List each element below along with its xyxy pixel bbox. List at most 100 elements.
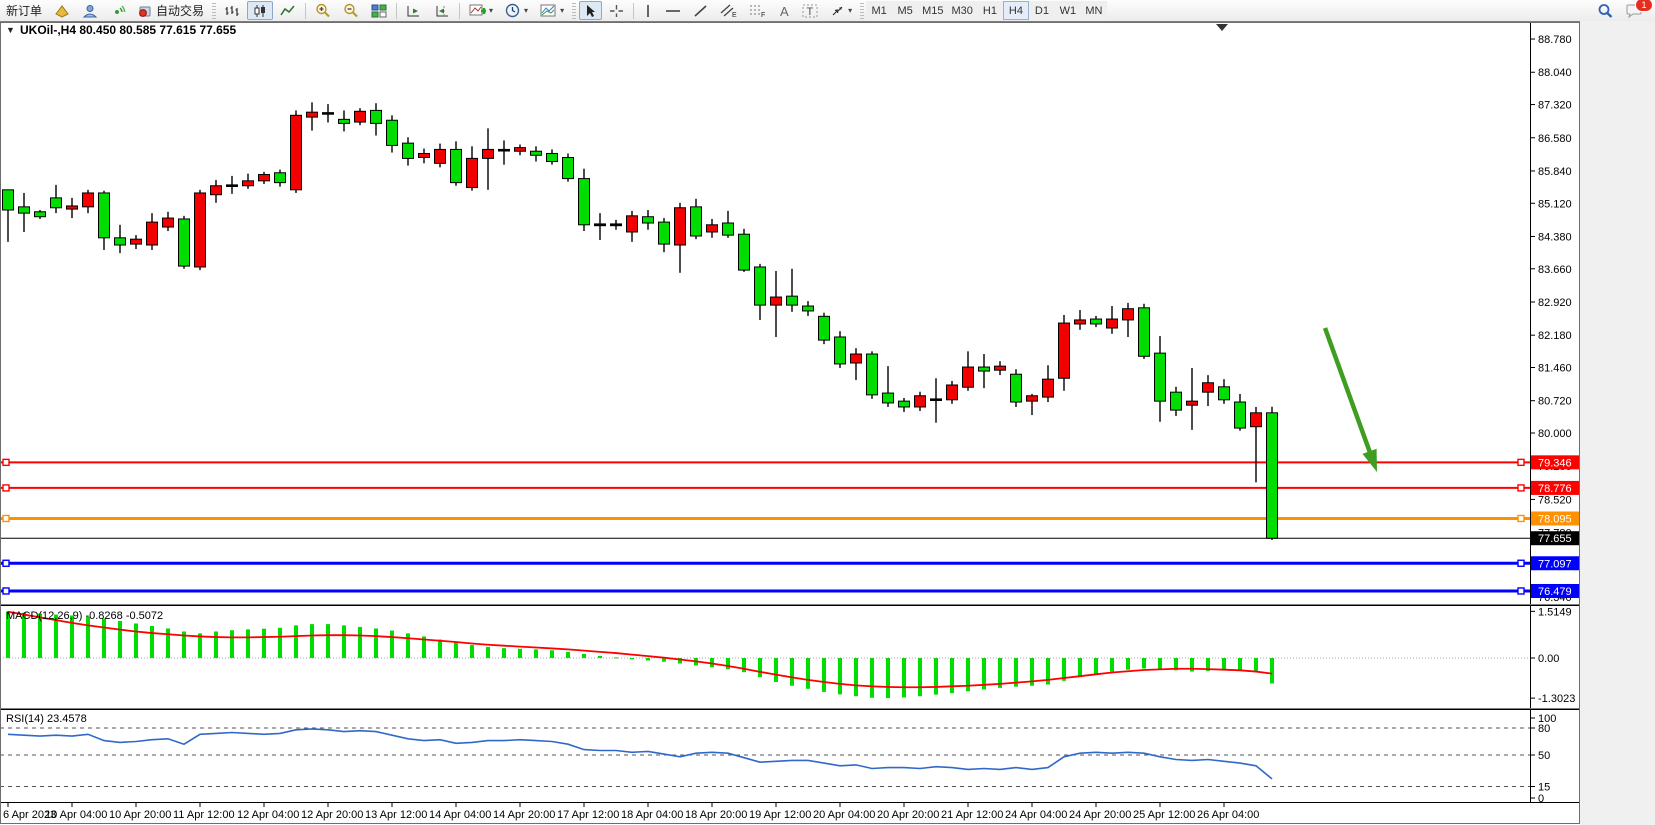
indicators-button[interactable]: ▾ <box>464 1 498 20</box>
candlestick-chart-button[interactable] <box>247 1 273 20</box>
line-anchor-handle[interactable] <box>1518 485 1524 491</box>
date-tick-label: 14 Apr 04:00 <box>429 809 491 821</box>
line-anchor-handle[interactable] <box>1518 560 1524 566</box>
candle-body <box>307 112 318 117</box>
new-order-button[interactable]: 新订单 <box>1 1 47 20</box>
candle-body <box>131 239 142 244</box>
candlestick-icon <box>252 4 268 18</box>
line-anchor-handle[interactable] <box>1518 459 1524 465</box>
timeframe-M30[interactable]: M30 <box>948 1 977 20</box>
candle-body <box>275 173 286 183</box>
candle-body <box>147 222 158 245</box>
auto-scroll-button[interactable] <box>401 1 427 20</box>
line-anchor-handle[interactable] <box>3 459 9 465</box>
profile-icon-button[interactable] <box>77 1 103 20</box>
candle-body <box>627 216 638 232</box>
candle <box>291 110 302 193</box>
auto-trading-button[interactable]: 自动交易 <box>133 1 209 20</box>
candle-body <box>515 148 526 152</box>
macd-histogram-bar <box>406 633 410 658</box>
price-tick-label: 81.460 <box>1538 362 1572 374</box>
line-anchor-handle[interactable] <box>3 588 9 594</box>
text-label-tool-button[interactable]: T <box>797 1 823 20</box>
vertical-line-tool-button[interactable] <box>638 1 658 20</box>
equidistant-channel-tool-button[interactable]: E <box>715 1 742 20</box>
templates-button[interactable]: ▾ <box>535 1 569 20</box>
trendline-tool-button[interactable] <box>688 1 713 20</box>
signal-icon <box>110 4 126 18</box>
timeframe-M15[interactable]: M15 <box>918 1 947 20</box>
chart-template-icon <box>540 3 557 18</box>
zoom-in-button[interactable] <box>310 1 336 20</box>
line-anchor-handle[interactable] <box>1518 588 1524 594</box>
timeframe-M1[interactable]: M1 <box>866 1 892 20</box>
notifications-button[interactable]: 1 <box>1621 1 1648 20</box>
candle-body <box>451 149 462 182</box>
macd-histogram-bar <box>726 658 730 669</box>
arrows-tool-button[interactable]: ▾ <box>825 1 857 20</box>
candle <box>739 229 750 272</box>
crosshair-icon <box>609 4 624 18</box>
candle-body <box>499 149 510 151</box>
macd-histogram-bar <box>214 632 218 658</box>
signals-icon-button[interactable] <box>105 1 131 20</box>
search-button[interactable] <box>1592 1 1619 20</box>
periods-button[interactable]: ▾ <box>500 1 533 20</box>
macd-histogram-bar <box>566 652 570 658</box>
horizontal-line-icon <box>665 4 681 18</box>
line-chart-button[interactable] <box>275 1 301 20</box>
candle <box>835 331 846 368</box>
candle-body <box>995 366 1006 370</box>
timeframe-MN[interactable]: MN <box>1081 1 1107 20</box>
candle-body <box>1235 402 1246 428</box>
candle-body <box>83 193 94 207</box>
text-tool-button[interactable]: A <box>773 1 795 20</box>
candle-body <box>1091 319 1102 324</box>
cursor-tool-button[interactable] <box>579 1 602 20</box>
gold-badge-icon <box>54 4 70 18</box>
timeframe-H4[interactable]: H4 <box>1003 1 1029 20</box>
notification-badge: 1 <box>1635 0 1653 12</box>
candle-body <box>979 367 990 371</box>
fibonacci-tool-button[interactable]: F <box>744 1 771 20</box>
crosshair-tool-button[interactable] <box>604 1 629 20</box>
timeframe-W1[interactable]: W1 <box>1055 1 1081 20</box>
tile-windows-button[interactable] <box>366 1 392 20</box>
macd-histogram-bar <box>758 658 762 677</box>
timeframe-H1[interactable]: H1 <box>977 1 1003 20</box>
line-anchor-handle[interactable] <box>3 515 9 521</box>
chart-shift-button[interactable] <box>429 1 455 20</box>
macd-histogram-bar <box>1110 658 1114 672</box>
line-anchor-handle[interactable] <box>3 560 9 566</box>
toolbar-grip <box>860 3 864 19</box>
candle-body <box>1171 392 1182 410</box>
candle-body <box>323 113 334 115</box>
price-line-badge-label: 78.776 <box>1538 483 1572 495</box>
candle-body <box>883 393 894 403</box>
price-tick-label: 82.920 <box>1538 297 1572 309</box>
price-tick-label: 85.840 <box>1538 166 1572 178</box>
date-tick-label: 20 Apr 20:00 <box>877 809 939 821</box>
timeframe-M5[interactable]: M5 <box>892 1 918 20</box>
zoom-in-icon <box>315 3 331 18</box>
line-anchor-handle[interactable] <box>1518 515 1524 521</box>
price-tick-label: 82.180 <box>1538 330 1572 342</box>
macd-histogram-bar <box>806 658 810 689</box>
chevron-down-icon: ▾ <box>489 7 493 15</box>
date-tick-label: 14 Apr 20:00 <box>493 809 555 821</box>
timeframe-D1[interactable]: D1 <box>1029 1 1055 20</box>
chart-canvas: ▼UKOil-,H4 80.450 80.585 77.615 77.65588… <box>0 21 1655 825</box>
macd-histogram-bar <box>86 617 90 658</box>
macd-histogram-bar <box>134 624 138 658</box>
macd-scale-label: 0.00 <box>1538 653 1559 665</box>
line-anchor-handle[interactable] <box>3 485 9 491</box>
candle <box>195 190 206 270</box>
bar-chart-button[interactable] <box>219 1 245 20</box>
macd-histogram-bar <box>774 658 778 682</box>
rsi-label: RSI(14) 23.4578 <box>6 713 87 725</box>
horizontal-line-tool-button[interactable] <box>660 1 686 20</box>
chart-plot-area[interactable] <box>0 22 1530 604</box>
history-icon-button[interactable] <box>49 1 75 20</box>
zoom-out-button[interactable] <box>338 1 364 20</box>
candle-body <box>1267 413 1278 538</box>
